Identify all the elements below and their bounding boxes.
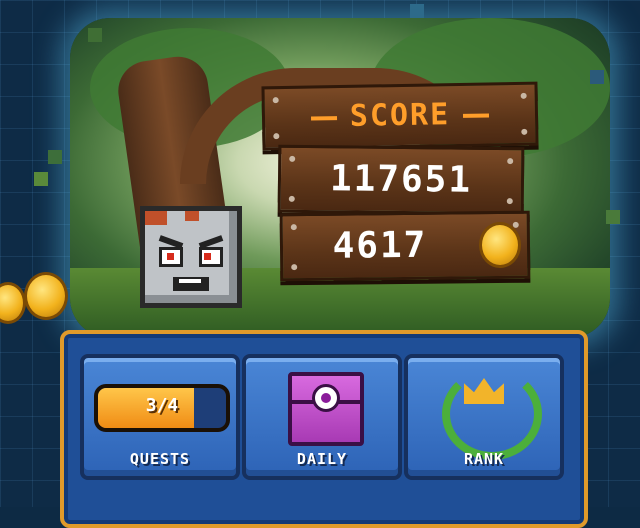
rank-button[interactable]: RANK	[404, 354, 564, 480]
quests-progress-text: 3/4	[145, 395, 179, 416]
pixel-fragment	[606, 210, 620, 224]
pixel-fragment	[410, 4, 424, 18]
pixel-fragment	[48, 150, 62, 164]
gold-coin-icon	[478, 221, 522, 269]
coins-plank: 4617	[279, 210, 531, 282]
coin-icon	[24, 272, 68, 320]
score-value: 117651	[329, 158, 473, 201]
menu-panel: 3/4 QUESTS DAILY RANK	[60, 330, 588, 528]
daily-button[interactable]: DAILY	[242, 354, 402, 480]
score-value-plank: 117651	[277, 144, 525, 216]
angry-stone-block	[140, 206, 242, 308]
title-dash-left	[310, 116, 338, 121]
coins-value: 4617	[332, 224, 428, 267]
quests-label: QUESTS	[129, 450, 191, 468]
rank-label: RANK	[463, 450, 505, 468]
daily-label: DAILY	[296, 450, 348, 468]
score-title: SCORE	[349, 97, 451, 134]
pixel-fragment	[34, 172, 48, 186]
pixel-fragment	[590, 70, 604, 84]
laurel-wreath-icon	[442, 368, 542, 460]
score-title-plank: SCORE	[261, 81, 539, 151]
quests-progress-bar: 3/4	[94, 384, 230, 432]
title-dash-right	[462, 113, 490, 118]
quests-button[interactable]: 3/4 QUESTS	[80, 354, 240, 480]
purple-chest-eye-icon	[288, 372, 364, 446]
pixel-fragment	[88, 28, 102, 42]
